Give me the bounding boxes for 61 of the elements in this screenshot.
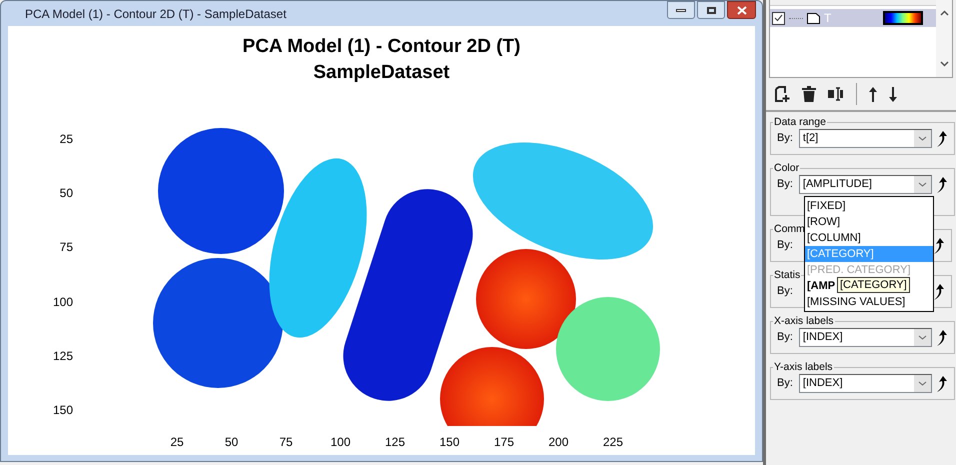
by-label: By: (777, 284, 793, 300)
trash-icon[interactable] (802, 86, 816, 102)
color-scale-swatch (883, 11, 923, 25)
dropdown-option[interactable]: [FIXED] (805, 198, 933, 214)
y-tick-label: 75 (58, 239, 73, 256)
close-button[interactable] (727, 1, 756, 19)
close-icon (736, 6, 746, 14)
column-insert-icon[interactable] (828, 87, 844, 101)
by-label: By: (777, 376, 793, 392)
arrow-up-icon[interactable] (869, 86, 877, 102)
dropdown-option[interactable]: [MISSING VALUES] (805, 294, 933, 310)
check-icon (774, 14, 783, 22)
chevron-down-icon (914, 130, 931, 147)
dropdown-option[interactable]: [ROW] (805, 214, 933, 230)
by-label: By: (777, 131, 793, 146)
scrollbar[interactable] (936, 0, 952, 77)
maximize-button[interactable] (697, 1, 725, 19)
chevron-up-icon[interactable] (940, 10, 948, 16)
checkbox[interactable] (772, 12, 785, 24)
y-tick-label: 100 (52, 294, 73, 311)
group-label: Y-axis labels (773, 360, 834, 374)
x-tick-label: 100 (329, 434, 352, 451)
dropdown-field[interactable]: [INDEX] (798, 374, 932, 393)
dropdown-field[interactable]: [INDEX] (798, 328, 932, 347)
x-tick-label: 50 (224, 434, 240, 451)
by-label: By: (777, 330, 793, 346)
add-page-icon[interactable] (774, 86, 790, 102)
dropdown-field[interactable]: [AMPLITUDE] (798, 175, 932, 194)
group-label: Color (773, 161, 800, 175)
y-tick-label: 125 (52, 348, 73, 365)
group-label: Statis (773, 268, 802, 282)
window-title: PCA Model (1) - Contour 2D (T) - SampleDataset (25, 6, 286, 22)
x-tick-label: 225 (602, 434, 624, 451)
chevron-down-icon (914, 329, 931, 346)
y-tick-label: 25 (58, 131, 73, 148)
tooltip: [CATEGORY] (837, 277, 910, 293)
chevron-down-icon (914, 375, 931, 392)
chart-title: PCA Model (1) - Contour 2D (T) (242, 35, 520, 59)
by-label: By: (777, 238, 793, 254)
group-label: X-axis labels (773, 314, 835, 328)
x-tick-label: 25 (169, 434, 185, 451)
page-icon (807, 12, 820, 24)
group-label: Data range (773, 115, 827, 129)
x-tick-label: 125 (384, 434, 406, 451)
by-label: By: (777, 177, 793, 192)
group-label: Comm (773, 222, 806, 236)
y-tick-label: 50 (58, 185, 73, 202)
chart-subtitle: SampleDataset (313, 61, 450, 85)
y-tick-label: 150 (52, 402, 73, 419)
x-tick-label: 175 (492, 434, 516, 451)
x-tick-label: 75 (278, 434, 294, 451)
dropdown-option[interactable]: [COLUMN] (805, 230, 933, 246)
dropdown-field[interactable]: t[2] (798, 129, 932, 148)
minimize-button[interactable] (667, 1, 695, 19)
arrow-down-icon[interactable] (889, 86, 897, 102)
curved-arrow-icon[interactable] (931, 282, 945, 300)
chevron-down-icon (914, 176, 931, 193)
chevron-down-icon[interactable] (940, 61, 948, 67)
curved-arrow-icon[interactable] (931, 236, 945, 254)
x-tick-label: 200 (547, 434, 570, 451)
x-tick-label: 150 (438, 434, 461, 451)
